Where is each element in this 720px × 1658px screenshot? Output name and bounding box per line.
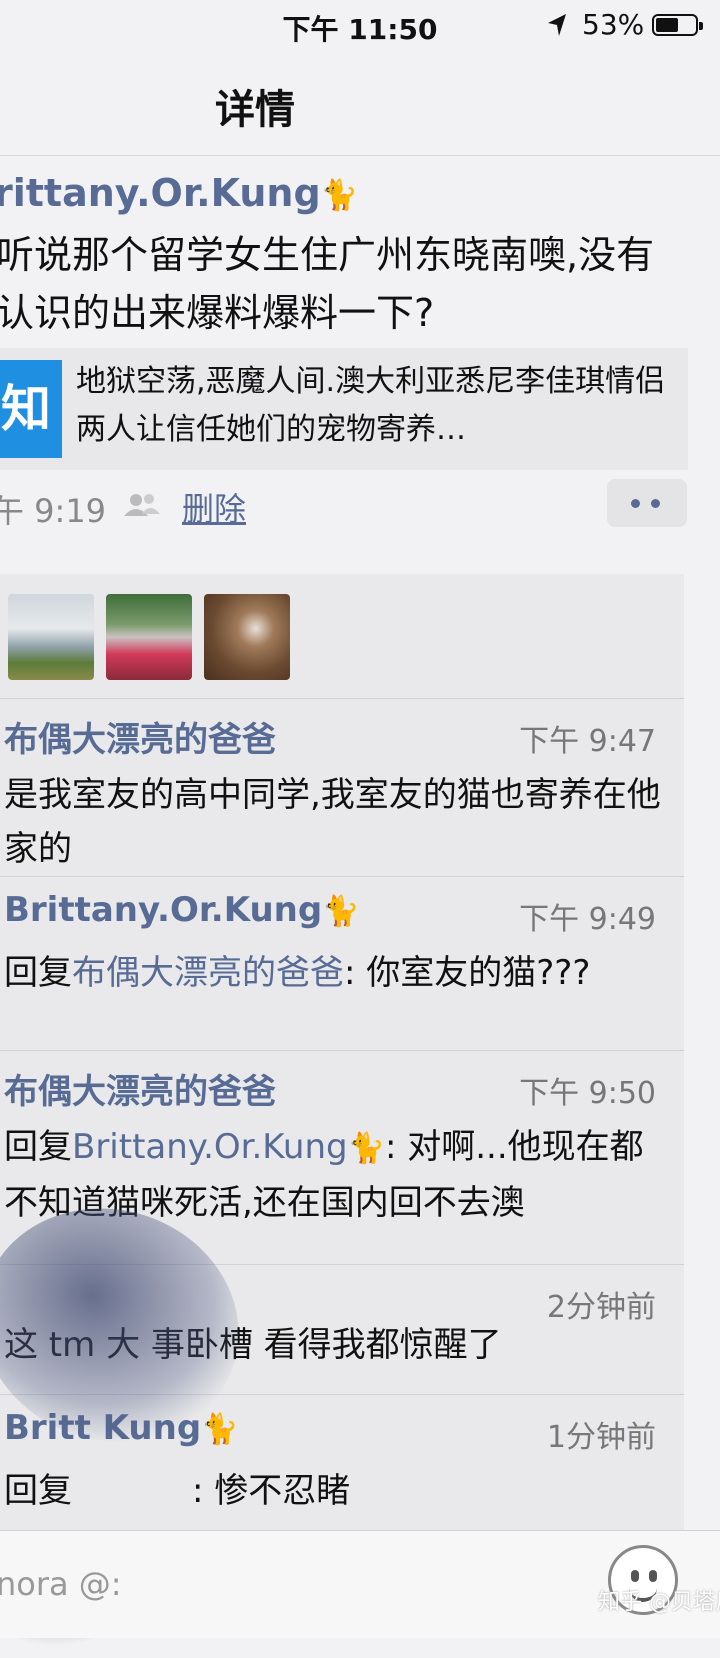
cat-emoji-icon: 🐈	[201, 1412, 239, 1447]
comment-text: 是我室友的高中同学,我室友的猫也寄养在他家的	[4, 775, 661, 869]
post-text: 听说那个留学女生住广州东晓南噢,没有认识的出来爆料爆料一下?	[0, 233, 655, 335]
post-author-name[interactable]: rittany.Or.Kung	[0, 171, 321, 215]
nav-bar: 详情	[0, 55, 720, 156]
comment-time: 下午 9:47	[519, 724, 656, 759]
liker-avatar[interactable]	[106, 594, 192, 680]
comments-area: 布偶大漂亮的爸爸 下午 9:47 是我室友的高中同学,我室友的猫也寄养在他家的 …	[0, 574, 684, 1637]
comment-author[interactable]: 布偶大漂亮的爸爸	[4, 712, 276, 761]
comment-time: 1分钟前	[546, 1420, 656, 1455]
link-card-title: 地狱空荡,恶魔人间.澳大利亚悉尼李佳琪情侣两人让信任她们的宠物寄养…	[76, 364, 666, 447]
comment-text: 回复布偶大漂亮的爸爸: 你室友的猫???	[4, 946, 664, 1000]
comment-time: 下午 9:49	[519, 902, 656, 937]
liker-avatar[interactable]	[204, 594, 290, 680]
comment-body: : 你室友的猫???	[344, 953, 591, 993]
comment-body: : 惨不忍睹	[192, 1471, 351, 1511]
post-time: 午 9:19	[0, 492, 107, 530]
comment-item[interactable]: 布偶大漂亮的爸爸 下午 9:47 是我室友的高中同学,我室友的猫也寄养在他家的	[0, 698, 684, 877]
delete-link[interactable]: 删除	[182, 484, 246, 530]
cat-emoji-icon: 🐈	[320, 178, 359, 213]
comment-author[interactable]: 布偶大漂亮的爸爸	[4, 1064, 276, 1113]
cat-emoji-icon: 🐈	[347, 1130, 385, 1166]
dot-icon	[631, 499, 640, 508]
comment-author[interactable]: Brittany.Or.Kung🐈	[4, 890, 360, 930]
battery-percent: 53%	[582, 8, 645, 41]
reply-prefix: 回复	[4, 953, 72, 993]
page-title: 详情	[215, 87, 295, 133]
liker-avatar[interactable]	[8, 594, 94, 680]
comment-author-name[interactable]: Brittany.Or.Kung	[4, 890, 322, 930]
shared-link-card[interactable]: 知 地狱空荡,恶魔人间.澳大利亚悉尼李佳琪情侣两人让信任她们的宠物寄养…	[0, 348, 688, 470]
comment-input[interactable]: nora @:	[0, 1565, 122, 1603]
zhihu-logo-icon: 知	[0, 360, 62, 458]
watermark: 知乎 @贝塔尼	[598, 1590, 720, 1615]
people-icon	[124, 494, 160, 516]
post-author[interactable]: rittany.Or.Kung🐈	[0, 171, 358, 215]
location-arrow-icon	[548, 14, 566, 36]
reply-to-name[interactable]: 布偶大漂亮的爸爸	[72, 953, 344, 993]
comment-item[interactable]: Brittany.Or.Kung🐈 下午 9:49 回复布偶大漂亮的爸爸: 你室…	[0, 876, 684, 1051]
reply-prefix: 回复	[4, 1471, 72, 1511]
status-bar: 下午 11:50 53%	[0, 0, 720, 50]
cat-emoji-icon: 🐈	[322, 894, 360, 929]
likes-row	[0, 574, 684, 699]
dot-icon	[651, 499, 660, 508]
more-actions-button[interactable]	[607, 479, 687, 527]
battery-icon	[652, 14, 703, 36]
comment-text: 回复 : 惨不忍睹	[4, 1464, 664, 1518]
reply-prefix: 回复	[4, 1127, 72, 1167]
comment-time: 下午 9:50	[519, 1076, 656, 1111]
reply-to-name[interactable]: Brittany.Or.Kung🐈	[72, 1127, 385, 1167]
